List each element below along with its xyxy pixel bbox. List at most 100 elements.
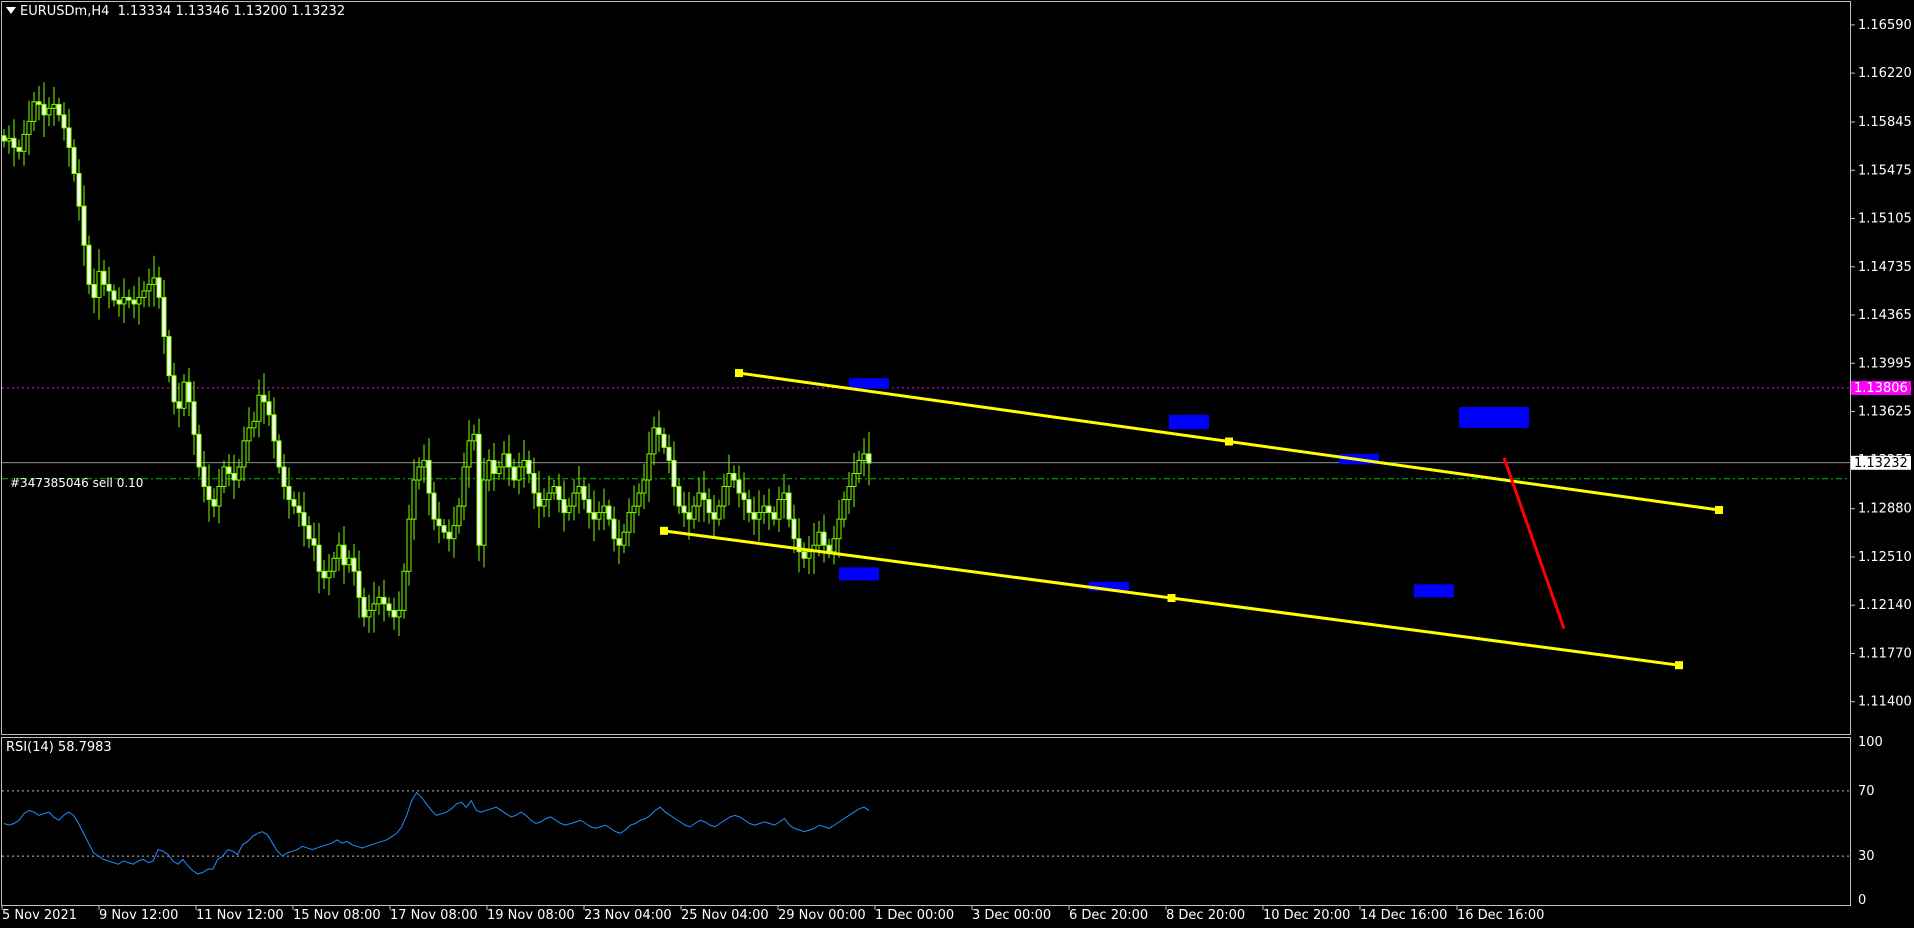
candle-body [491,459,497,474]
chart-canvas: 1.16590 1.16220 1.15845 1.15475 1.15105 1.147… [1,1,1912,923]
candle-body [546,492,552,501]
candle-body [6,137,12,142]
candle-body [186,381,192,403]
time-tick-label: 6 Dec 20:00 [1069,908,1148,923]
candle-body [246,427,252,442]
price-tick-label: 1.15105 [1858,212,1912,227]
candle-body [11,137,17,148]
candle-body [66,127,72,148]
candle-body [816,531,822,546]
candle-body [821,531,827,546]
candle-body [791,518,797,540]
candle-body [611,518,617,540]
candle-body [701,492,707,501]
chevron-down-icon[interactable] [6,7,16,14]
upper-channel-line-handle-end [1715,505,1723,514]
symbol-label: EURUSDm,H4 [20,4,110,19]
candle-body [836,518,842,540]
price-tick-label: 1.12880 [1858,502,1912,517]
candle-body [336,544,342,559]
lower-channel-line-handle-end [1675,661,1683,670]
candle-body [121,296,127,305]
candle-body [206,486,212,501]
candle-body [81,205,87,246]
candle-body [356,570,362,598]
candle-body [131,299,137,305]
candle-body [621,531,627,546]
candle-body [531,472,537,494]
time-tick-label: 25 Nov 04:00 [681,908,769,923]
candle-body [766,505,772,514]
candle-body [751,512,757,520]
main-panel-border [1,1,1851,735]
candle-body [376,596,382,605]
candle-body [826,544,832,553]
candle-body [391,609,397,618]
candle-body [266,401,272,416]
candle-body [286,486,292,501]
zone-high-4 [1459,406,1529,428]
candle-body [851,472,857,488]
time-tick-label: 14 Dec 16:00 [1360,908,1447,923]
candle-body [656,427,662,435]
candle-body [86,244,92,285]
candle-body [166,336,172,377]
candle-body [541,499,547,507]
candle-body [181,381,187,409]
chart-header: EURUSDm,H4 1.13334 1.13346 1.13200 1.132… [6,4,345,19]
candle-body [631,505,637,514]
time-axis: 5 Nov 2021 9 Nov 12:00 11 Nov 12:00 15 Nov … [1,905,1544,923]
candle-body [201,466,207,488]
candle-body [426,459,432,494]
candle-body [576,486,582,494]
time-tick-label: 23 Nov 04:00 [584,908,672,923]
price-tick-label: 1.16590 [1858,18,1912,33]
candle-body [231,472,237,481]
candle-body [141,290,147,298]
candle-body [831,538,837,553]
zone-low-3 [1414,584,1454,598]
candle-body [696,492,702,507]
candle-body [306,525,312,540]
candle-body [436,518,442,527]
candle-body [171,375,177,403]
candle-body [721,486,727,507]
time-tick-label: 3 Dec 00:00 [972,908,1051,923]
candle-body [331,557,337,572]
candle-body [676,486,682,507]
price-tick-label: 1.13995 [1858,356,1912,371]
candle-body [566,505,572,514]
candle-body [26,120,32,135]
time-tick-label: 9 Nov 12:00 [99,908,178,923]
candle-body [321,570,327,579]
candle-body [291,499,297,507]
current-price-label: 1.13232 [1854,456,1908,471]
candle-body [736,479,742,494]
candle-body [41,103,47,116]
time-tick-label: 8 Dec 20:00 [1166,908,1245,923]
zones [839,378,1529,598]
candle-body [311,538,317,546]
candle-body [861,453,867,461]
candle-body [681,505,687,514]
candle-body [486,459,492,481]
candle-body [476,433,482,546]
zone-high-1 [849,378,889,389]
candle-body [451,525,457,540]
candle-body [601,505,607,514]
ohlc-label: 1.13334 1.13346 1.13200 1.13232 [117,4,346,19]
candle-body [586,499,592,514]
candle-body [216,486,222,507]
candle-body [161,296,167,338]
candle-body [136,296,142,305]
upper-channel-line-handle-start [735,369,743,378]
candle-body [326,570,332,579]
lower-channel-line-handle-start [660,526,668,535]
candle-body [76,173,82,207]
candle-body [16,146,22,152]
candle-body [626,512,632,533]
rsi-panel-border [1,737,1851,906]
candle-body [756,512,762,520]
upper-channel-line-handle-mid [1225,437,1233,446]
time-tick-label: 11 Nov 12:00 [196,908,284,923]
